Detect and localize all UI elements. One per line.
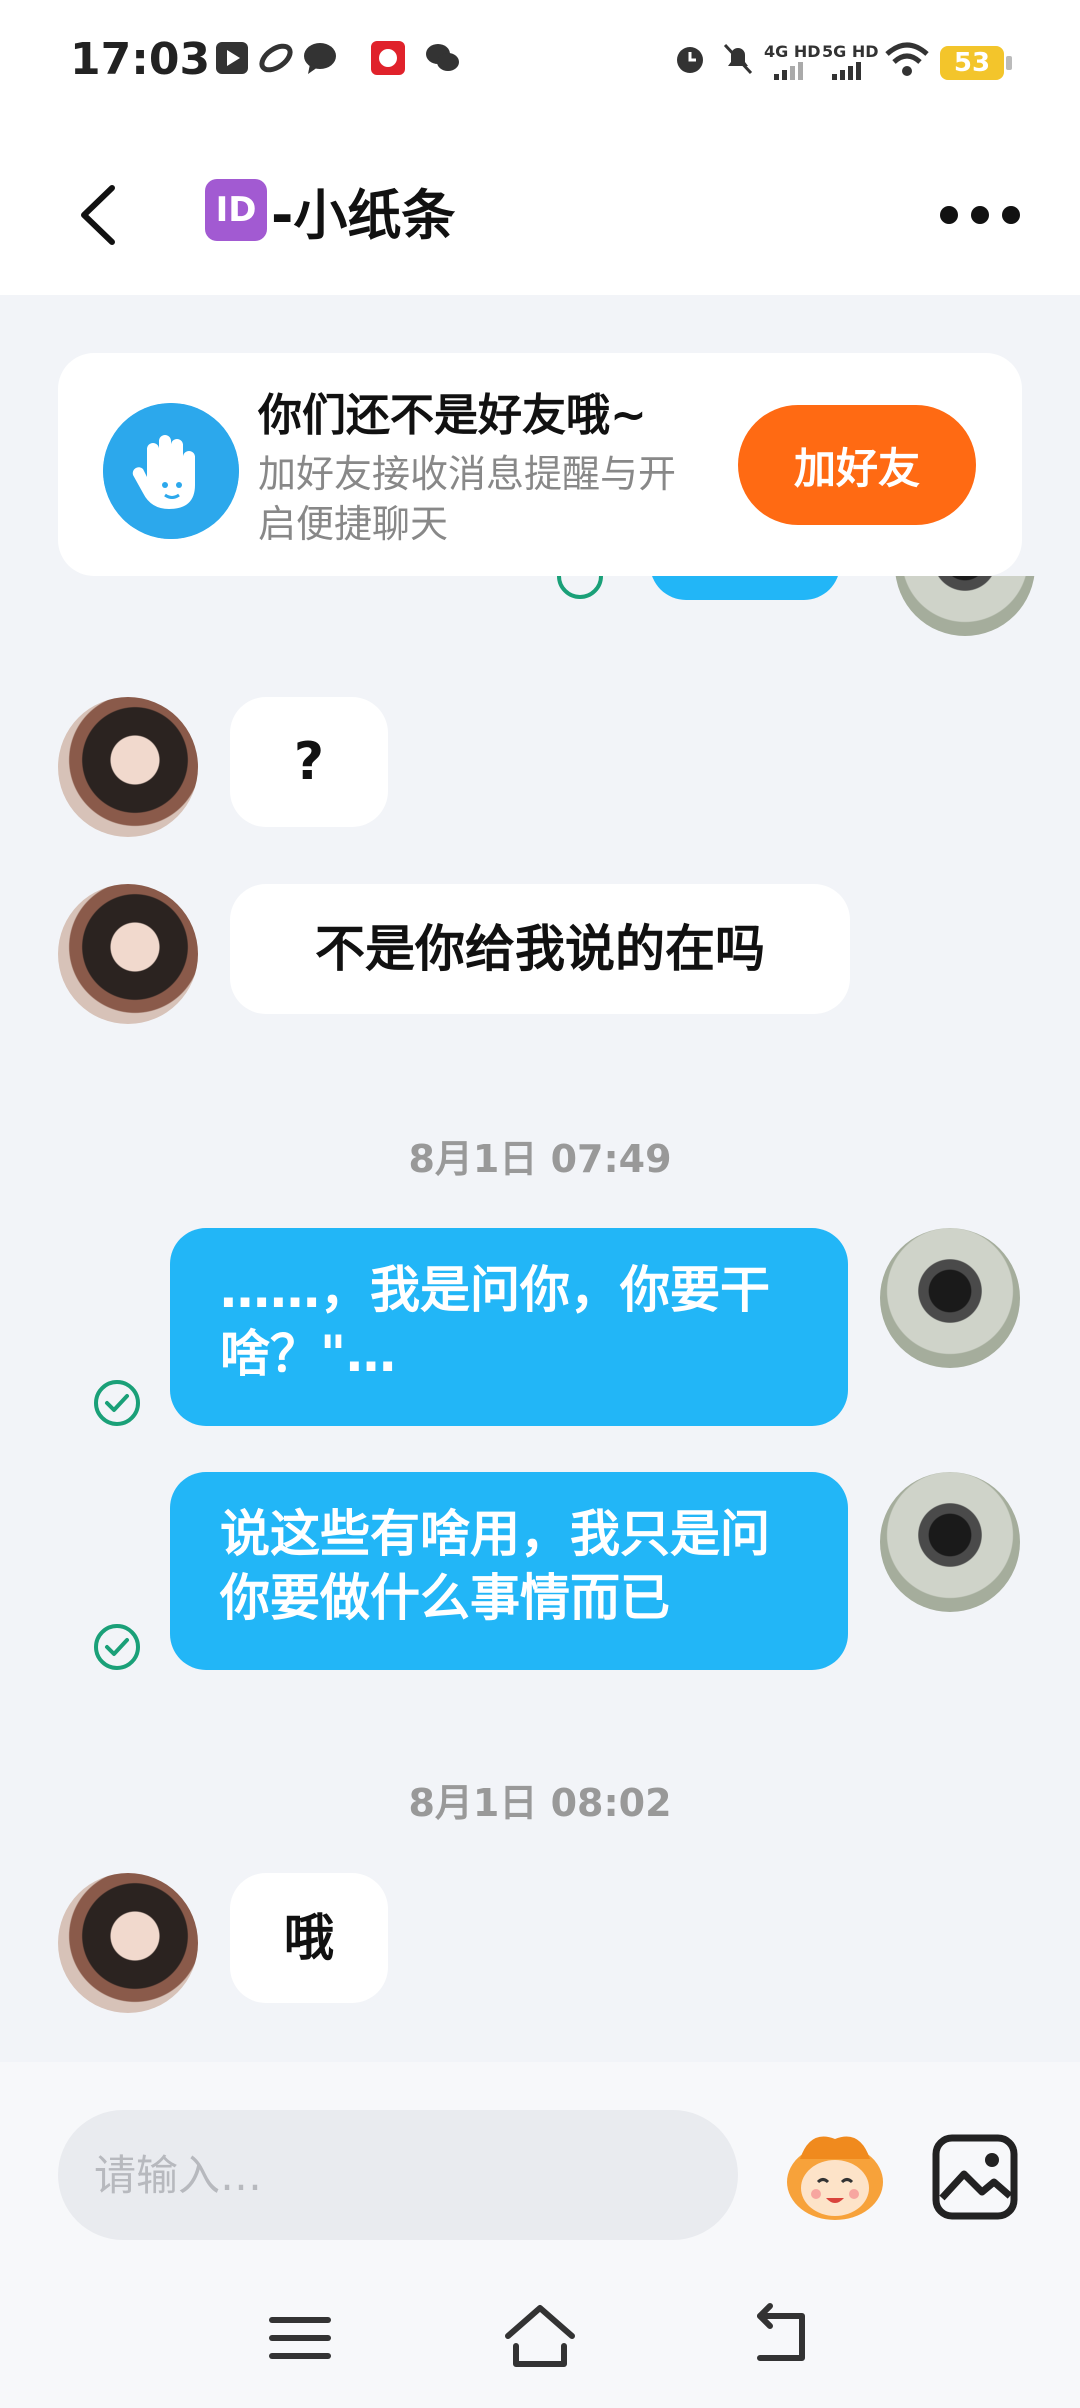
input-bar — [0, 2062, 1080, 2262]
more-dots-icon[interactable] — [940, 200, 1020, 230]
link-app-icon — [259, 43, 293, 73]
video-app-icon — [216, 42, 248, 74]
home-icon[interactable] — [500, 2298, 580, 2378]
friend-card-title: 你们还不是好友哦~ — [258, 390, 647, 441]
alarm-icon — [677, 47, 703, 73]
add-friend-card: 你们还不是好友哦~ 加好友接收消息提醒与开启便捷聊天 加好友 — [58, 353, 1022, 576]
message-input[interactable] — [58, 2110, 738, 2240]
read-check-icon — [557, 576, 603, 599]
back-arrow-icon[interactable] — [70, 180, 130, 250]
timestamp: 8月1日 07:49 — [408, 1137, 672, 1181]
message-bubble[interactable]: 哦 — [230, 1873, 388, 2003]
chat-title-text: -小纸条 — [271, 183, 456, 247]
avatar[interactable] — [58, 697, 198, 837]
avatar[interactable] — [58, 884, 198, 1024]
avatar[interactable] — [58, 1873, 198, 2013]
avatar[interactable] — [880, 1472, 1020, 1612]
friend-card-subtitle: 加好友接收消息提醒与开启便捷聊天 — [258, 452, 677, 546]
message-bubble[interactable]: 不是你给我说的在吗 — [230, 884, 850, 1014]
message-app-icon — [304, 43, 336, 74]
battery-indicator: 53 — [940, 46, 1012, 80]
timestamp: 8月1日 08:02 — [408, 1781, 672, 1825]
image-icon[interactable] — [930, 2132, 1020, 2222]
avatar[interactable] — [895, 576, 1035, 636]
network-label-1: 4G HD — [764, 42, 821, 61]
id-badge-icon: ID — [205, 179, 267, 241]
read-check-icon — [94, 1624, 140, 1670]
menu-icon[interactable] — [260, 2298, 340, 2378]
message-bubble[interactable]: ? — [230, 697, 388, 827]
emoji-mascot-icon[interactable] — [780, 2124, 890, 2224]
add-friend-button[interactable]: 加好友 — [738, 405, 976, 525]
partial-bubble — [650, 576, 840, 600]
mute-bell-icon — [723, 43, 753, 75]
chat-header: ID -小纸条 — [0, 130, 1080, 295]
signal-icon-1 — [774, 62, 803, 80]
avatar[interactable] — [880, 1228, 1020, 1368]
message-bubble[interactable]: 说这些有啥用，我只是问你要做什么事情而已 — [170, 1472, 848, 1670]
back-nav-icon[interactable] — [740, 2298, 820, 2378]
status-bar: 17:03 4G HD 5G HD 53 — [0, 0, 1080, 130]
wifi-icon — [885, 42, 929, 76]
hand-wave-icon — [103, 403, 239, 539]
network-label-2: 5G HD — [822, 42, 879, 61]
chat-title: ID -小纸条 — [205, 170, 455, 250]
wechat-app-icon — [426, 44, 459, 71]
red-app-icon — [371, 41, 405, 75]
read-check-icon — [94, 1380, 140, 1426]
system-nav-bar — [0, 2262, 1080, 2408]
status-time: 17:03 — [70, 34, 211, 85]
signal-icon-2 — [832, 62, 861, 80]
message-bubble[interactable]: ……，我是问你，你要干啥？"… — [170, 1228, 848, 1426]
partial-message-row — [0, 576, 1080, 646]
